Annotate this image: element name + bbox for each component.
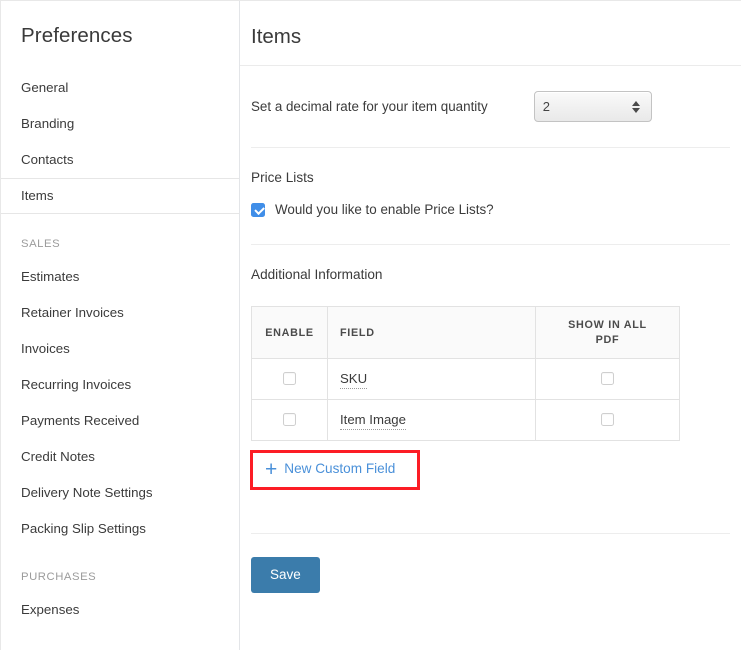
sidebar-item-estimates[interactable]: Estimates: [1, 259, 239, 295]
sidebar-item-payments-received[interactable]: Payments Received: [1, 403, 239, 439]
field-name-sku[interactable]: SKU: [340, 371, 367, 389]
show-in-all-pdf-checkbox-sku[interactable]: [601, 372, 614, 385]
enable-price-lists-checkbox[interactable]: [251, 203, 265, 217]
save-button[interactable]: Save: [251, 557, 320, 593]
cell-show-in-all-pdf: [536, 359, 680, 400]
sidebar-item-invoices[interactable]: Invoices: [1, 331, 239, 367]
additional-information-table: ENABLE FIELD SHOW IN ALL PDF SKU: [251, 306, 680, 441]
enable-checkbox-sku[interactable]: [283, 372, 296, 385]
new-custom-field-highlight: + New Custom Field: [250, 450, 420, 490]
cell-field: SKU: [328, 359, 536, 400]
sidebar-group-sales: SALES: [1, 214, 239, 259]
cell-enable: [252, 359, 328, 400]
new-custom-field-button[interactable]: + New Custom Field: [265, 459, 395, 479]
sidebar-item-contacts[interactable]: Contacts: [1, 142, 239, 178]
sidebar-item-recurring-invoices[interactable]: Recurring Invoices: [1, 367, 239, 403]
plus-icon: +: [265, 461, 277, 479]
field-name-item-image[interactable]: Item Image: [340, 412, 406, 430]
table-row: SKU: [252, 359, 680, 400]
sidebar-item-general[interactable]: General: [1, 70, 239, 106]
show-in-all-pdf-checkbox-item-image[interactable]: [601, 413, 614, 426]
sidebar-item-packing-slip-settings[interactable]: Packing Slip Settings: [1, 511, 239, 547]
sidebar-title: Preferences: [1, 14, 239, 50]
decimal-rate-select-wrap: 2: [534, 91, 652, 122]
enable-checkbox-item-image[interactable]: [283, 413, 296, 426]
decimal-rate-value: 2: [543, 92, 632, 121]
cell-show-in-all-pdf: [536, 400, 680, 441]
sidebar-item-credit-notes[interactable]: Credit Notes: [1, 439, 239, 475]
preferences-window: Preferences General Branding Contacts It…: [0, 0, 741, 650]
enable-price-lists-label: Would you like to enable Price Lists?: [275, 201, 494, 219]
table-header-row: ENABLE FIELD SHOW IN ALL PDF: [252, 307, 680, 359]
price-lists-checkbox-row[interactable]: Would you like to enable Price Lists?: [251, 187, 730, 219]
cell-field: Item Image: [328, 400, 536, 441]
decimal-rate-row: Set a decimal rate for your item quantit…: [251, 66, 730, 122]
sidebar-item-expenses[interactable]: Expenses: [1, 592, 239, 628]
price-lists-heading: Price Lists: [251, 148, 730, 187]
cell-enable: [252, 400, 328, 441]
items-preferences-panel: Items Set a decimal rate for your item q…: [240, 1, 741, 650]
sidebar-group-purchases: PURCHASES: [1, 547, 239, 592]
additional-information-table-wrap: ENABLE FIELD SHOW IN ALL PDF SKU: [251, 284, 730, 441]
sidebar-item-delivery-note-settings[interactable]: Delivery Note Settings: [1, 475, 239, 511]
column-header-show-in-all-pdf: SHOW IN ALL PDF: [536, 307, 680, 359]
sidebar-nav: General Branding Contacts Items SALES Es…: [1, 70, 239, 628]
sidebar-item-retainer-invoices[interactable]: Retainer Invoices: [1, 295, 239, 331]
decimal-rate-select[interactable]: 2: [534, 91, 652, 122]
new-custom-field-label: New Custom Field: [284, 459, 395, 479]
page-title: Items: [240, 1, 741, 51]
table-row: Item Image: [252, 400, 680, 441]
sidebar-item-branding[interactable]: Branding: [1, 106, 239, 142]
stepper-arrows-icon[interactable]: [632, 101, 641, 113]
save-row: Save: [251, 534, 730, 593]
column-header-field: FIELD: [328, 307, 536, 359]
column-header-enable: ENABLE: [252, 307, 328, 359]
sidebar-item-items[interactable]: Items: [1, 178, 239, 214]
table-head: ENABLE FIELD SHOW IN ALL PDF: [252, 307, 680, 359]
preferences-sidebar: Preferences General Branding Contacts It…: [1, 1, 240, 650]
decimal-rate-label: Set a decimal rate for your item quantit…: [251, 98, 488, 116]
additional-information-heading: Additional Information: [251, 245, 730, 284]
table-body: SKU Item Image: [252, 359, 680, 441]
items-settings-body: Set a decimal rate for your item quantit…: [240, 66, 741, 593]
